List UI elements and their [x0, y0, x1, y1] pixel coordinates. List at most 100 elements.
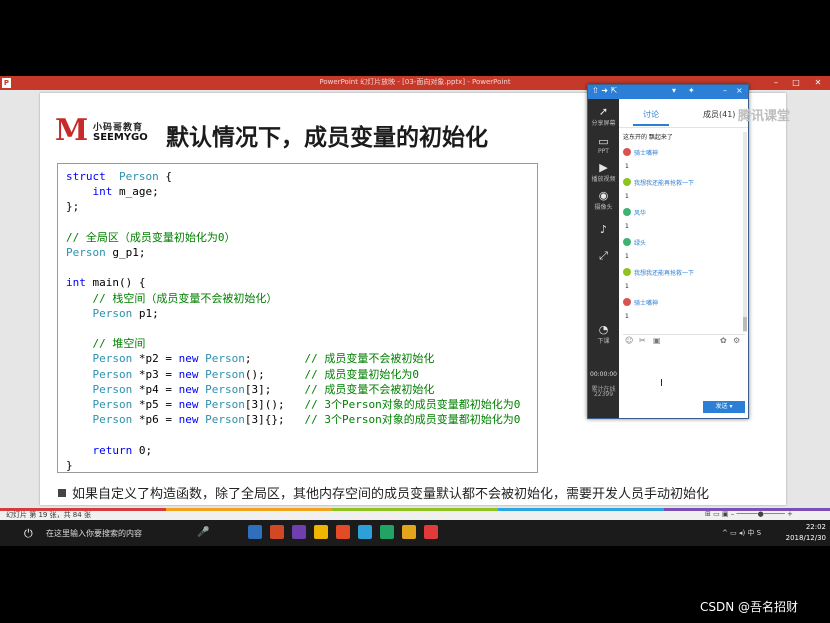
code-token: Person: [92, 398, 133, 412]
chat-sidebar: ➚ 分享屏幕 ▭ PPT ▶ 播放视频 ◉ 摄像头 ♪ ⤢ ◔ 下课 00:00:00 累计在线 22399: [588, 99, 619, 418]
sender-name[interactable]: 绿头: [634, 240, 646, 247]
taskbar-app-icon[interactable]: [270, 525, 284, 539]
code-token: // 成员变量不会被初始化: [304, 352, 435, 366]
message-text: 1: [625, 283, 629, 290]
taskbar-app-icon[interactable]: [402, 525, 416, 539]
minimize-icon[interactable]: –: [723, 86, 727, 95]
settings-icon[interactable]: ⚙: [733, 336, 740, 345]
sidebar-item[interactable]: ♪: [588, 223, 619, 236]
code-line: int m_age;: [66, 184, 520, 199]
message-sender: 我想我还能再抢救一下: [623, 268, 694, 277]
minimize-icon[interactable]: –: [768, 76, 784, 90]
sender-name[interactable]: 风华: [634, 210, 646, 217]
tab-active-indicator: [633, 124, 669, 126]
taskbar-app-icon[interactable]: [358, 525, 372, 539]
code-token: // 3个Person对象的成员变量都初始化为0: [304, 413, 521, 427]
code-token: // 成员变量不会被初始化: [304, 382, 435, 396]
code-line: // 全局区（成员变量初始化为0）: [66, 230, 520, 245]
code-token: Person: [66, 246, 106, 260]
code-token: };: [66, 200, 80, 214]
code-token: int: [92, 185, 113, 199]
close-icon[interactable]: ×: [736, 86, 743, 95]
image-icon[interactable]: ▣: [653, 336, 661, 345]
chat-topbar[interactable]: ⇧ ➜ ⇱ ▾ ✦ – ×: [588, 85, 748, 99]
close-icon[interactable]: ✕: [810, 76, 826, 90]
avatar: [623, 238, 631, 246]
code-token: Person: [92, 352, 133, 366]
code-token: p1;: [132, 306, 159, 320]
logo-text-en: SEEMYGO: [93, 132, 148, 143]
code-token: *p6 =: [132, 413, 179, 427]
pin-icon[interactable]: ✦: [688, 86, 695, 95]
code-line: Person p1;: [66, 306, 520, 321]
scissors-icon[interactable]: ✂: [639, 336, 646, 345]
sender-name[interactable]: 骑士嘴神: [634, 300, 658, 307]
sidebar-icon: ▭: [598, 135, 609, 148]
logo-mark: M: [55, 113, 89, 148]
seemygo-logo: M 小码哥教育 SEEMYGO: [55, 113, 148, 149]
share-icon[interactable]: ⇧ ➜ ⇱: [592, 86, 617, 95]
sidebar-item[interactable]: ⤢: [588, 249, 619, 263]
sidebar-label: 摄像头: [594, 204, 613, 211]
microphone-icon[interactable]: 🎤: [197, 527, 209, 538]
code-line: Person *p5 = new Person[3](); // 3个Perso…: [66, 397, 521, 412]
tray-icons[interactable]: ^ ▭ ◂) 中 S: [722, 528, 761, 538]
code-token: [3]{};: [244, 413, 305, 427]
sidebar-item[interactable]: ◔ 下课: [588, 323, 619, 345]
taskbar-search[interactable]: 在这里输入你要搜索的内容: [46, 528, 142, 539]
power-icon[interactable]: ⏻: [24, 527, 33, 541]
chat-tabs: 讨论 成员(41): [619, 99, 748, 128]
code-token: Person: [205, 398, 245, 412]
sidebar-label: 播放视频: [591, 176, 616, 183]
sidebar-online-count: 22399: [593, 391, 614, 398]
sender-name[interactable]: 我想我还能再抢救一下: [634, 180, 694, 187]
taskbar-app-icon[interactable]: [314, 525, 328, 539]
taskbar-app-icon[interactable]: [424, 525, 438, 539]
sidebar-item[interactable]: ▶ 播放视频: [588, 161, 619, 183]
maximize-icon[interactable]: □: [788, 76, 804, 90]
tab-members[interactable]: 成员(41): [703, 109, 735, 120]
chat-panel: ⇧ ➜ ⇱ ▾ ✦ – × ➚ 分享屏幕 ▭ PPT ▶ 播放视频 ◉ 摄像头 ♪ ⤢ ◔ 下课 00:…: [587, 84, 749, 419]
sender-name[interactable]: 我想我还能再抢救一下: [634, 270, 694, 277]
sidebar-item[interactable]: ▭ PPT: [588, 135, 619, 155]
sidebar-icon: ◔: [598, 323, 609, 336]
taskbar-app-icon[interactable]: [248, 525, 262, 539]
slide-counter: 幻灯片 第 19 张，共 84 张: [6, 511, 91, 519]
code-token: new: [178, 352, 199, 366]
sidebar-item[interactable]: ◉ 摄像头: [588, 189, 619, 211]
clock-time[interactable]: 22:02: [781, 523, 826, 531]
taskbar-app-icon[interactable]: [292, 525, 306, 539]
code-token: *p4 =: [132, 382, 179, 396]
avatar: [623, 298, 631, 306]
chat-scroll-thumb[interactable]: [743, 317, 747, 331]
chevron-down-icon[interactable]: ▾: [672, 86, 676, 95]
tab-discuss[interactable]: 讨论: [643, 109, 659, 120]
flower-icon[interactable]: ✿: [720, 336, 727, 345]
sidebar-item[interactable]: ➚ 分享屏幕: [588, 105, 619, 127]
sender-name[interactable]: 骑士嘴神: [634, 150, 658, 157]
avatar: [623, 268, 631, 276]
clock-date[interactable]: 2018/12/30: [781, 534, 826, 542]
sidebar-label: PPT: [598, 148, 609, 155]
chat-scrollbar[interactable]: [743, 132, 747, 332]
avatar: [623, 178, 631, 186]
code-token: Person: [205, 352, 245, 366]
code-token: return: [92, 443, 133, 457]
emoji-icon[interactable]: ☺: [625, 336, 633, 345]
code-line: int main() {: [66, 275, 520, 290]
taskbar-app-icon[interactable]: [336, 525, 350, 539]
message-text: 这东开的 飘起来了: [623, 134, 673, 141]
code-line: // 栈空间（成员变量不会被初始化）: [66, 291, 520, 306]
taskbar-app-icon[interactable]: [380, 525, 394, 539]
code-token: Person: [205, 413, 245, 427]
zoom-controls[interactable]: ⊞ ▭ ▣ – ─────●───── +: [705, 510, 793, 518]
avatar: [623, 148, 631, 156]
message-text: 1: [625, 253, 629, 260]
send-button[interactable]: 发送 ▾: [703, 401, 745, 413]
